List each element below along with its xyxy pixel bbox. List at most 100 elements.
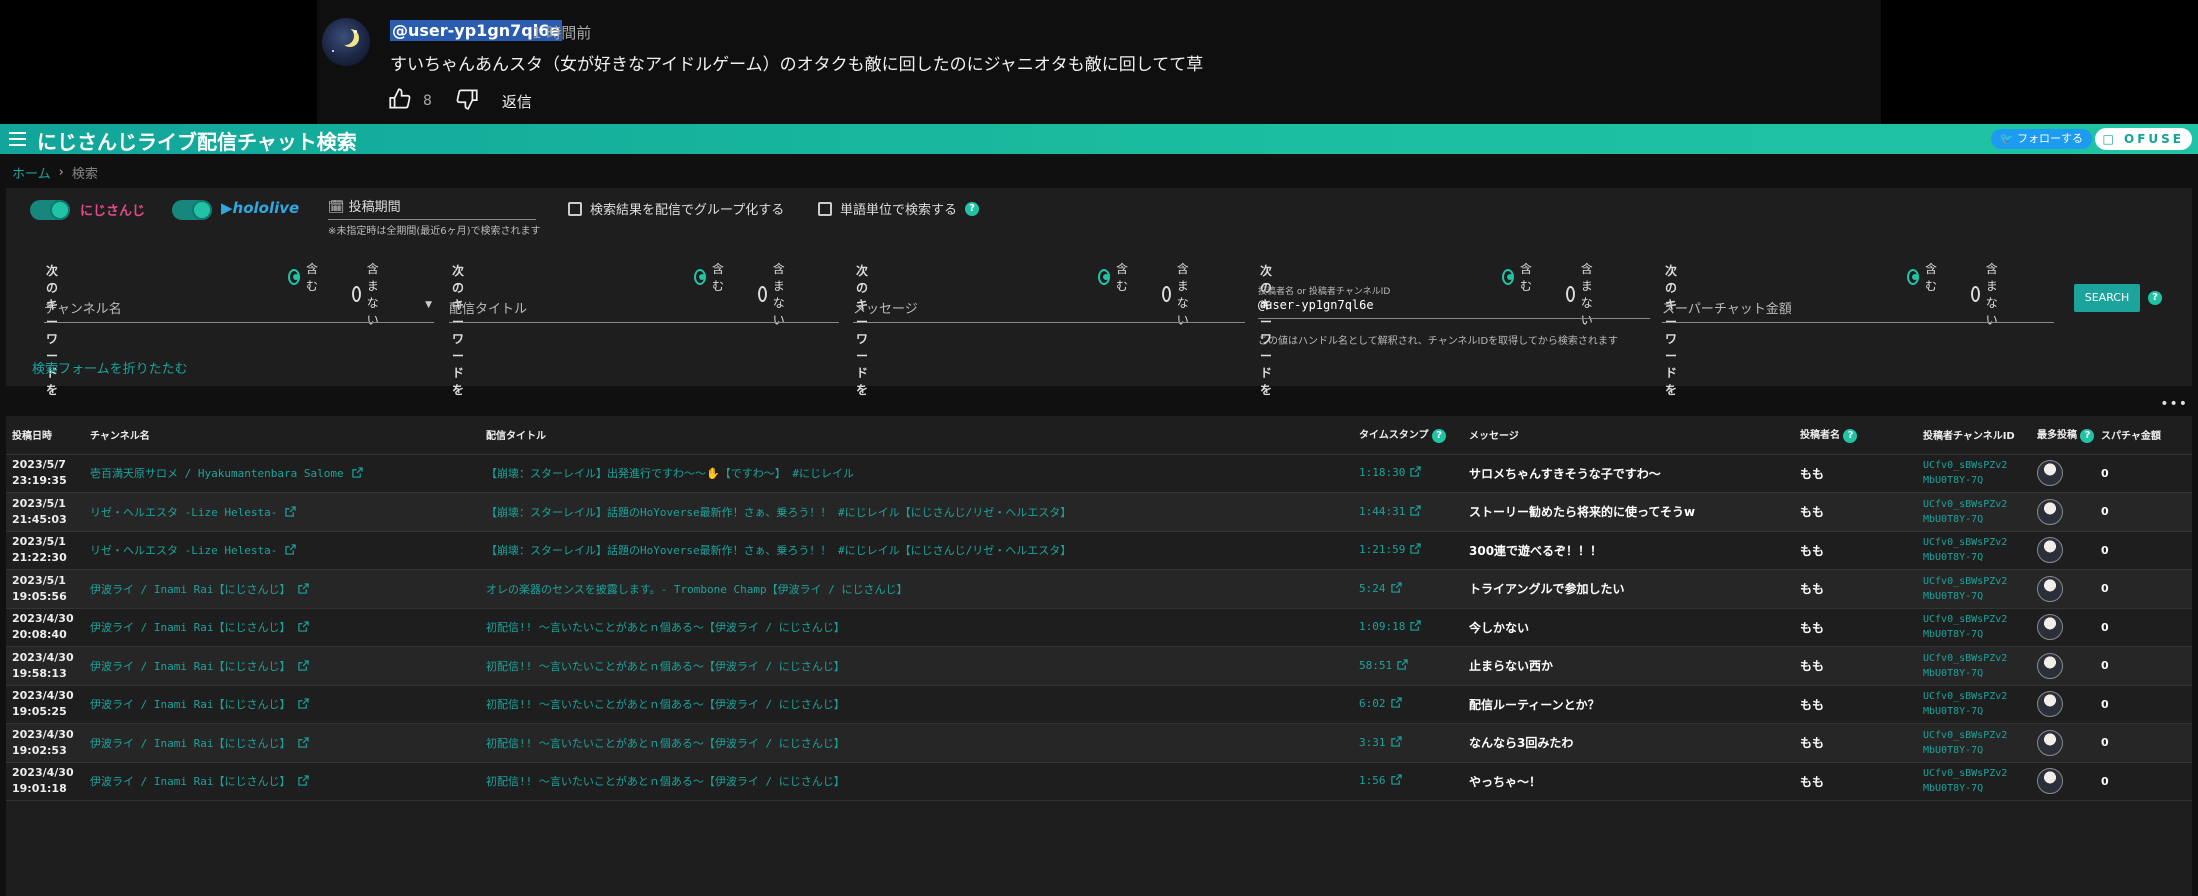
search-help-icon[interactable]: ? (2148, 291, 2162, 305)
author-channel-id-link[interactable]: UCfv0_sBWsPZv2 MbU0T8Y-7Q (1917, 454, 2031, 493)
author-channel-id-link[interactable]: UCfv0_sBWsPZv2 MbU0T8Y-7Q (1917, 569, 2031, 609)
author-channel-id-link[interactable]: UCfv0_sBWsPZv2 MbU0T8Y-7Q (1917, 531, 2031, 570)
avatar[interactable] (2037, 460, 2063, 487)
twitter-follow-button[interactable]: 🐦 フォローする (1990, 129, 2092, 149)
author-channel-id-link[interactable]: UCfv0_sBWsPZv2 MbU0T8Y-7Q (1917, 762, 2031, 801)
stream-title-link[interactable]: 初配信!! ～言いたいことがあとｎ個ある～【伊波ライ / にじさんじ】 (480, 685, 1353, 724)
author-channel-id-link[interactable]: UCfv0_sBWsPZv2 MbU0T8Y-7Q (1917, 492, 2031, 532)
external-link-icon[interactable] (1410, 466, 1422, 480)
stream-title-input[interactable]: 配信タイトル (449, 298, 839, 323)
dislike-icon[interactable] (454, 86, 480, 116)
external-link-icon[interactable] (298, 621, 310, 635)
timestamp-link[interactable]: 1:56 (1353, 762, 1463, 801)
header-title[interactable]: 配信タイトル (480, 416, 1353, 455)
stream-title-link[interactable]: 初配信!! ～言いたいことがあとｎ個ある～【伊波ライ / にじさんじ】 (480, 723, 1353, 763)
help-icon[interactable]: ? (965, 201, 980, 216)
post-period-input[interactable]: 🗓 投稿期間 (328, 196, 536, 220)
app-title[interactable]: にじさんじライブ配信チャット検索 (37, 126, 357, 155)
collapse-form-link[interactable]: 検索フォームを折りたたむ (32, 358, 188, 377)
external-link-icon[interactable] (285, 506, 297, 520)
author-channel-id-link[interactable]: UCfv0_sBWsPZv2 MbU0T8Y-7Q (1917, 723, 2031, 763)
timestamp-link[interactable]: 1:18:30 (1353, 454, 1463, 493)
external-link-icon[interactable] (351, 467, 363, 481)
stream-title-link[interactable]: 初配信!! ～言いたいことがあとｎ個ある～【伊波ライ / にじさんじ】 (480, 646, 1353, 686)
external-link-icon[interactable] (1410, 505, 1422, 519)
avatar[interactable] (2037, 498, 2063, 525)
more-options-icon[interactable]: ••• (2160, 396, 2188, 412)
avatar[interactable] (2037, 729, 2063, 756)
message-input[interactable]: メッセージ (853, 298, 1245, 323)
external-link-icon[interactable] (298, 583, 310, 597)
author-channel-id-link[interactable]: UCfv0_sBWsPZv2 MbU0T8Y-7Q (1917, 646, 2031, 686)
author-channel-id-link[interactable]: UCfv0_sBWsPZv2 MbU0T8Y-7Q (1917, 608, 2031, 647)
channel-link[interactable]: リゼ・ヘルエスタ -Lize Helesta- (84, 531, 480, 570)
external-link-icon[interactable] (1410, 620, 1422, 634)
include-radio[interactable]: 含む (288, 260, 322, 294)
stream-title-link[interactable]: オレの楽器のセンスを披露します。- Trombone Champ【伊波ライ / … (480, 569, 1353, 609)
external-link-icon[interactable] (1390, 582, 1402, 596)
external-link-icon[interactable] (1390, 697, 1402, 711)
header-timestamp[interactable]: タイムスタンプ ? (1353, 416, 1463, 455)
stream-title-link[interactable]: 【崩壊：スターレイル】話題のHoYoverse最新作！さぁ、乗ろう！！ #にじレ… (480, 531, 1353, 570)
hololive-toggle[interactable] (172, 200, 212, 220)
group-by-stream-checkbox[interactable]: 検索結果を配信でグループ化する (568, 199, 784, 218)
timestamp-link[interactable]: 1:09:18 (1353, 608, 1463, 647)
reply-button[interactable]: 返信 (502, 91, 532, 112)
timestamp-link[interactable]: 1:21:59 (1353, 531, 1463, 570)
channel-link[interactable]: 伊波ライ / Inami Rai【にじさんじ】 (84, 762, 480, 801)
stream-title-link[interactable]: 初配信!! ～言いたいことがあとｎ個ある～【伊波ライ / にじさんじ】 (480, 608, 1353, 647)
stream-title-link[interactable]: 初配信!! ～言いたいことがあとｎ個ある～【伊波ライ / にじさんじ】 (480, 762, 1353, 801)
timestamp-link[interactable]: 1:44:31 (1353, 492, 1463, 532)
comment-time[interactable]: 1 時間前 (532, 22, 591, 43)
stream-title-link[interactable]: 【崩壊：スターレイル】話題のHoYoverse最新作！さぁ、乗ろう！！ #にじレ… (480, 492, 1353, 532)
channel-link[interactable]: 壱百満天原サロメ / Hyakumantenbara Salome (84, 454, 480, 493)
channel-link[interactable]: 伊波ライ / Inami Rai【にじさんじ】 (84, 608, 480, 647)
include-radio[interactable]: 含む (694, 260, 728, 294)
channel-link[interactable]: 伊波ライ / Inami Rai【にじさんじ】 (84, 569, 480, 609)
external-link-icon[interactable] (1410, 543, 1422, 557)
include-radio[interactable]: 含む (1502, 260, 1536, 294)
like-icon[interactable] (387, 86, 413, 116)
header-author-channel-id[interactable]: 投稿者チャンネルID (1917, 416, 2031, 455)
channel-link[interactable]: 伊波ライ / Inami Rai【にじさんじ】 (84, 646, 480, 686)
header-superchat[interactable]: スパチャ金額 (2095, 416, 2192, 455)
external-link-icon[interactable] (1390, 774, 1402, 788)
uploader-input[interactable]: 投稿者名 or 投稿者チャンネルID @user-yp1gn7ql6e (1258, 287, 1650, 319)
include-radio[interactable]: 含む (1907, 260, 1941, 294)
word-unit-checkbox[interactable]: 単語単位で検索する ? (818, 199, 980, 218)
header-author[interactable]: 投稿者名 ? (1794, 416, 1917, 455)
channel-name-select[interactable]: チャンネル名 (44, 298, 434, 323)
avatar[interactable] (2037, 537, 2063, 564)
header-most-posts[interactable]: 最多投稿 ? (2031, 416, 2095, 455)
avatar[interactable] (2037, 768, 2063, 795)
author-channel-id-link[interactable]: UCfv0_sBWsPZv2 MbU0T8Y-7Q (1917, 685, 2031, 724)
avatar[interactable] (2037, 691, 2063, 718)
channel-link[interactable]: リゼ・ヘルエスタ -Lize Helesta- (84, 492, 480, 532)
external-link-icon[interactable] (1397, 659, 1408, 673)
commenter-avatar[interactable] (322, 18, 370, 66)
avatar[interactable] (2037, 575, 2063, 602)
channel-link[interactable]: 伊波ライ / Inami Rai【にじさんじ】 (84, 723, 480, 763)
channel-link[interactable]: 伊波ライ / Inami Rai【にじさんじ】 (84, 685, 480, 724)
external-link-icon[interactable] (298, 698, 310, 712)
timestamp-link[interactable]: 5:24 (1353, 569, 1463, 609)
include-radio[interactable]: 含む (1098, 260, 1132, 294)
breadcrumb-home[interactable]: ホーム (12, 163, 51, 182)
avatar[interactable] (2037, 614, 2063, 641)
external-link-icon[interactable] (1390, 736, 1402, 750)
stream-title-link[interactable]: 【崩壊：スターレイル】出発進行ですわ～～✋【ですわ～】 #にじレイル (480, 454, 1353, 493)
header-message[interactable]: メッセージ (1463, 416, 1794, 455)
header-channel[interactable]: チャンネル名 (84, 416, 480, 455)
ofuse-button[interactable]: □ OFUSE (2094, 128, 2192, 150)
superchat-amount-input[interactable]: スーパーチャット金額 (1662, 298, 2054, 323)
avatar[interactable] (2037, 652, 2063, 679)
external-link-icon[interactable] (298, 737, 310, 751)
external-link-icon[interactable] (298, 775, 310, 789)
timestamp-link[interactable]: 3:31 (1353, 723, 1463, 763)
external-link-icon[interactable] (285, 544, 297, 558)
timestamp-link[interactable]: 58:51 (1353, 646, 1463, 686)
nijisanji-toggle[interactable] (30, 200, 70, 220)
hamburger-menu-icon[interactable] (9, 132, 26, 146)
timestamp-link[interactable]: 6:02 (1353, 685, 1463, 724)
external-link-icon[interactable] (298, 660, 310, 674)
